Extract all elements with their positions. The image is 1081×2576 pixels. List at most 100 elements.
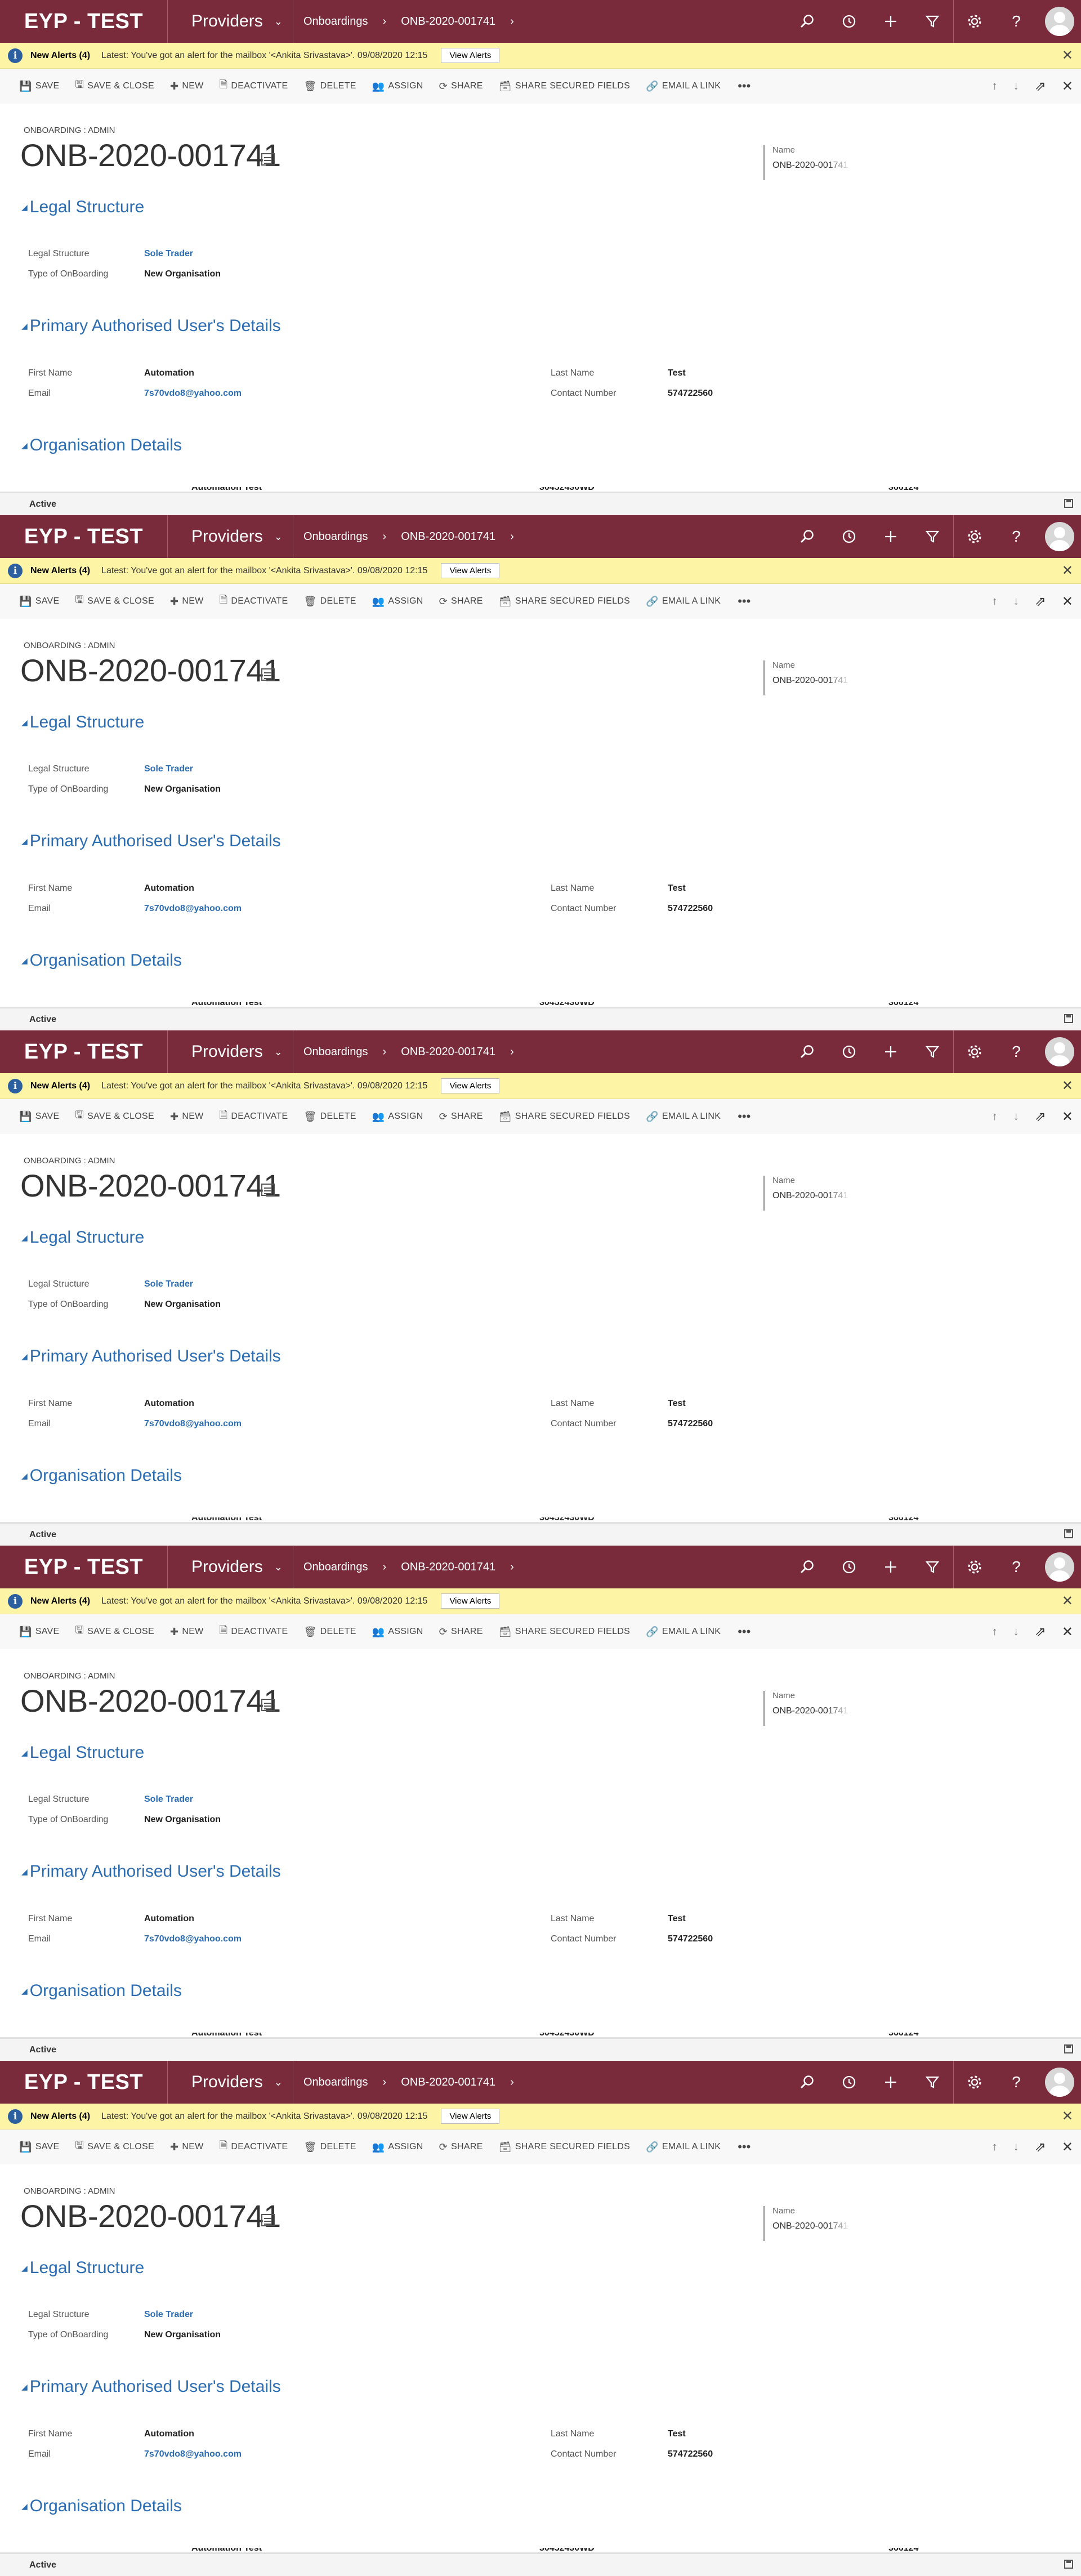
last-name-value[interactable]: Test xyxy=(668,1399,686,1409)
save-button[interactable]: 💾 SAVE xyxy=(19,596,59,608)
section-organisation[interactable]: ◢ Organisation Details xyxy=(21,951,182,970)
delete-button[interactable]: 🗑 DELETE xyxy=(303,596,356,608)
assign-button[interactable]: 👥 ASSIGN xyxy=(372,1111,423,1123)
breadcrumb-record[interactable]: ONB-2020-001741 xyxy=(401,1046,495,1059)
new-button[interactable]: ✚ NEW xyxy=(170,2141,204,2153)
settings-icon[interactable] xyxy=(954,2061,995,2104)
section-primary-user[interactable]: ◢ Primary Authorised User's Details xyxy=(21,1862,281,1881)
view-alerts-button[interactable]: View Alerts xyxy=(441,48,500,63)
chevron-right-icon[interactable]: › xyxy=(510,1561,514,1574)
onboarding-type-value[interactable]: New Organisation xyxy=(144,269,221,279)
contact-number-value[interactable]: 574722560 xyxy=(668,1419,713,1429)
view-alerts-button[interactable]: View Alerts xyxy=(441,1078,500,1093)
app-brand[interactable]: EYP - TEST xyxy=(0,1030,168,1073)
first-name-value[interactable]: Automation xyxy=(144,1914,194,1924)
contact-number-value[interactable]: 574722560 xyxy=(668,2449,713,2459)
history-icon[interactable] xyxy=(828,0,870,43)
new-button[interactable]: ✚ NEW xyxy=(170,1626,204,1638)
pop-out-icon[interactable]: ⇗ xyxy=(1035,1624,1046,1640)
save-close-button[interactable]: 🖫 SAVE & CLOSE xyxy=(75,78,154,95)
email-value[interactable]: 7s70vdo8@yahoo.com xyxy=(144,389,242,399)
delete-button[interactable]: 🗑 DELETE xyxy=(303,1111,356,1123)
arrow-down-icon[interactable]: ↓ xyxy=(1013,80,1019,93)
share-button[interactable]: ⟳ SHARE xyxy=(439,596,483,608)
arrow-up-icon[interactable]: ↑ xyxy=(992,1110,998,1123)
search-icon[interactable] xyxy=(787,1546,828,1588)
app-brand[interactable]: EYP - TEST xyxy=(0,0,168,43)
breadcrumb-onboardings[interactable]: Onboardings xyxy=(303,1046,368,1059)
legal-structure-value[interactable]: Sole Trader xyxy=(144,764,193,774)
arrow-down-icon[interactable]: ↓ xyxy=(1013,1626,1019,1639)
new-button[interactable]: ✚ NEW xyxy=(170,596,204,608)
user-avatar[interactable] xyxy=(1045,7,1074,36)
help-icon[interactable]: ? xyxy=(995,1546,1037,1588)
settings-icon[interactable] xyxy=(954,1546,995,1588)
save-close-button[interactable]: 🖫 SAVE & CLOSE xyxy=(75,2139,154,2155)
pop-out-icon[interactable]: ⇗ xyxy=(1035,78,1046,95)
chevron-right-icon[interactable]: › xyxy=(510,1046,514,1059)
search-icon[interactable] xyxy=(787,2061,828,2104)
share-button[interactable]: ⟳ SHARE xyxy=(439,2141,483,2153)
close-icon[interactable]: ✕ xyxy=(1062,2108,1073,2124)
legal-structure-value[interactable]: Sole Trader xyxy=(144,1794,193,1805)
deactivate-button[interactable]: 🗎 DEACTIVATE xyxy=(220,78,288,95)
more-commands-icon[interactable]: ••• xyxy=(738,1624,751,1639)
save-button[interactable]: 💾 SAVE xyxy=(19,1111,59,1123)
share-secured-fields-button[interactable]: 🗃 SHARE SECURED FIELDS xyxy=(499,1626,630,1638)
delete-button[interactable]: 🗑 DELETE xyxy=(303,2141,356,2153)
more-commands-icon[interactable]: ••• xyxy=(738,594,751,609)
plus-icon[interactable] xyxy=(870,2061,912,2104)
section-legal-structure[interactable]: ◢ Legal Structure xyxy=(21,1228,144,1247)
first-name-value[interactable]: Automation xyxy=(144,1399,194,1409)
pop-out-icon[interactable]: ⇗ xyxy=(1035,1109,1046,1125)
close-icon[interactable]: ✕ xyxy=(1062,1624,1073,1640)
delete-button[interactable]: 🗑 DELETE xyxy=(303,81,356,92)
new-button[interactable]: ✚ NEW xyxy=(170,81,204,92)
assign-button[interactable]: 👥 ASSIGN xyxy=(372,2141,423,2153)
close-icon[interactable]: ✕ xyxy=(1062,593,1073,610)
more-commands-icon[interactable]: ••• xyxy=(738,2140,751,2154)
arrow-up-icon[interactable]: ↑ xyxy=(992,595,998,608)
arrow-down-icon[interactable]: ↓ xyxy=(1013,595,1019,608)
assign-button[interactable]: 👥 ASSIGN xyxy=(372,81,423,92)
email-link-button[interactable]: 🔗 EMAIL A LINK xyxy=(646,1626,721,1638)
share-secured-fields-button[interactable]: 🗃 SHARE SECURED FIELDS xyxy=(499,81,630,92)
section-legal-structure[interactable]: ◢ Legal Structure xyxy=(21,198,144,217)
save-icon[interactable] xyxy=(1064,1529,1073,1538)
contact-number-value[interactable]: 574722560 xyxy=(668,1934,713,1944)
section-organisation[interactable]: ◢ Organisation Details xyxy=(21,2497,182,2516)
save-close-button[interactable]: 🖫 SAVE & CLOSE xyxy=(75,1108,154,1125)
history-icon[interactable] xyxy=(828,515,870,558)
save-button[interactable]: 💾 SAVE xyxy=(19,2141,59,2153)
form-selector-icon[interactable] xyxy=(261,668,275,681)
help-icon[interactable]: ? xyxy=(995,515,1037,558)
save-icon[interactable] xyxy=(1064,499,1073,508)
share-secured-fields-button[interactable]: 🗃 SHARE SECURED FIELDS xyxy=(499,1111,630,1123)
breadcrumb-record[interactable]: ONB-2020-001741 xyxy=(401,15,495,28)
view-alerts-button[interactable]: View Alerts xyxy=(441,2109,500,2124)
search-icon[interactable] xyxy=(787,0,828,43)
arrow-down-icon[interactable]: ↓ xyxy=(1013,2141,1019,2154)
history-icon[interactable] xyxy=(828,1546,870,1588)
section-organisation[interactable]: ◢ Organisation Details xyxy=(21,1466,182,1485)
share-button[interactable]: ⟳ SHARE xyxy=(439,1111,483,1123)
breadcrumb-record[interactable]: ONB-2020-001741 xyxy=(401,2076,495,2089)
section-organisation[interactable]: ◢ Organisation Details xyxy=(21,436,182,455)
help-icon[interactable]: ? xyxy=(995,2061,1037,2104)
chevron-right-icon[interactable]: › xyxy=(510,530,514,543)
breadcrumb-record[interactable]: ONB-2020-001741 xyxy=(401,530,495,543)
last-name-value[interactable]: Test xyxy=(668,1914,686,1924)
assign-button[interactable]: 👥 ASSIGN xyxy=(372,596,423,608)
filter-icon[interactable] xyxy=(912,2061,953,2104)
user-avatar[interactable] xyxy=(1045,2068,1074,2097)
filter-icon[interactable] xyxy=(912,0,953,43)
form-selector-icon[interactable] xyxy=(261,153,275,166)
email-value[interactable]: 7s70vdo8@yahoo.com xyxy=(144,2449,242,2459)
filter-icon[interactable] xyxy=(912,515,953,558)
save-icon[interactable] xyxy=(1064,1014,1073,1023)
filter-icon[interactable] xyxy=(912,1546,953,1588)
plus-icon[interactable] xyxy=(870,1030,912,1073)
legal-structure-value[interactable]: Sole Trader xyxy=(144,249,193,259)
breadcrumb-onboardings[interactable]: Onboardings xyxy=(303,15,368,28)
app-brand[interactable]: EYP - TEST xyxy=(0,515,168,558)
